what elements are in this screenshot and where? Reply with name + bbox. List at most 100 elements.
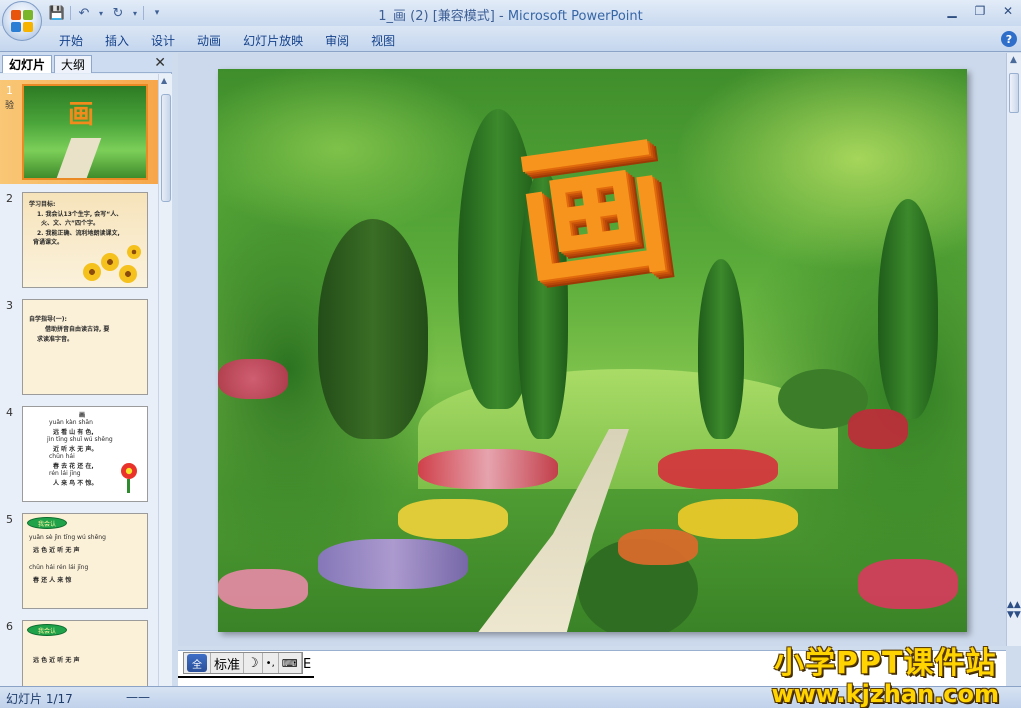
tab-animations[interactable]: 动画 (186, 31, 232, 49)
ime-underline (178, 676, 314, 678)
slide-thumbnail-5[interactable]: 5 我会认 yuǎn sè jìn tīng wú shēng 远 色 近 听 … (0, 509, 158, 613)
next-slide-icon[interactable]: ▼▼ (1007, 610, 1021, 620)
slide-preview: 我会认 远 色 近 听 无 声 (22, 620, 148, 686)
close-button[interactable]: ✕ (1001, 4, 1015, 18)
slide-thumbnail-3[interactable]: 3 自学指导(一): 借助拼音自由读古诗, 要 求读准字音。 (0, 295, 158, 399)
slide-text-line: 借助拼音自由读古诗, 要 (45, 326, 110, 333)
ime-toolbar: 全 标准 ☽ •, ⌨ (183, 652, 303, 674)
ime-mode[interactable]: 标准 (211, 653, 245, 673)
flower-bed (658, 449, 778, 489)
flower-bed (678, 499, 798, 539)
tab-home[interactable]: 开始 (48, 31, 94, 49)
slide-text-line: 人 来 鸟 不 惊。 (53, 480, 98, 487)
slide-title-char[interactable]: 画 (506, 116, 679, 311)
slide-number: 6 (6, 620, 13, 633)
cypress-tree (878, 199, 938, 419)
slide-thumbnail-6[interactable]: 6 我会认 远 色 近 听 无 声 (0, 616, 158, 686)
document-title: 1_画 (2) [兼容模式] - (378, 9, 508, 24)
restore-button[interactable]: ❐ (973, 4, 987, 18)
watermark-title: 小学PPT课件站 (774, 646, 997, 681)
slide-text-line: 春 去 花 还 在, (53, 463, 94, 470)
slide-indicator: 幻灯片 1/17 (6, 692, 73, 706)
slide-number: 2 (6, 192, 13, 205)
moon-icon[interactable]: ☽ (244, 653, 263, 673)
flower-stem (127, 479, 130, 493)
tab-insert[interactable]: 插入 (94, 31, 140, 49)
tab-outline[interactable]: 大纲 (54, 55, 93, 73)
slide-preview: 画 (22, 84, 148, 180)
slide-text-line: 近 听 水 无 声。 (53, 446, 98, 453)
slide-number: 5 (6, 513, 13, 526)
flower-bed (418, 449, 558, 489)
badge-label: 我会认 (27, 517, 67, 529)
slide-text-line: 远 色 近 听 无 声 (33, 547, 80, 554)
flower-bed (398, 499, 508, 539)
slide-thumbnail-1[interactable]: 1 验 画 (0, 80, 158, 184)
flower-bed (618, 529, 698, 565)
thumbnail-scrollbar[interactable]: ▲ (158, 74, 172, 686)
slide-text-line: yuǎn sè jìn tīng wú shēng (29, 534, 106, 541)
slide-scrollbar[interactable]: ▲ (1006, 53, 1021, 646)
flower-icon (121, 463, 137, 479)
previous-slide-icon[interactable]: ▲▲ (1007, 600, 1021, 610)
flower-bed (848, 409, 908, 449)
help-icon[interactable]: ? (1001, 31, 1017, 47)
tab-slideshow[interactable]: 幻灯片放映 (232, 31, 314, 49)
ime-trailing-text: E (303, 657, 312, 672)
flower-bed (318, 539, 468, 589)
slide-number: 4 (6, 406, 13, 419)
keyboard-icon[interactable]: ⌨ (279, 653, 302, 673)
scroll-up-icon[interactable]: ▲ (1010, 55, 1017, 65)
slide-preview: 我会认 yuǎn sè jìn tīng wú shēng 远 色 近 听 无 … (22, 513, 148, 609)
slides-panel: 幻灯片 大纲 ✕ 1 验 画 2 学习目标: 1. 我会认13个生字, 会写“人… (0, 53, 172, 686)
flower-bed (858, 559, 958, 609)
minimize-button[interactable]: ▁ (945, 4, 959, 18)
tab-slides[interactable]: 幻灯片 (2, 55, 53, 73)
slide-text-line: chūn hái rén lái jīng (29, 564, 89, 571)
flower-bed (218, 359, 288, 399)
sunflower-icon (119, 265, 137, 283)
slide-text-line: 远 看 山 有 色, (53, 429, 94, 436)
slide-text-line: 背诵课文。 (33, 239, 64, 246)
slide-text-line: 远 色 近 听 无 声 (33, 657, 80, 664)
slide-text-line: yuǎn kàn shān (49, 419, 93, 426)
badge-label: 我会认 (27, 624, 67, 636)
status-separator: —— (126, 690, 150, 704)
ime-logo-cell[interactable]: 全 (184, 653, 211, 673)
tab-view[interactable]: 视图 (360, 31, 406, 49)
slide-editing-area: 画 (178, 53, 1006, 646)
slide-text-line: 春 还 人 来 惊 (33, 577, 72, 584)
slide-thumbnail-2[interactable]: 2 学习目标: 1. 我会认13个生字, 会写“人、 火、文、六”四个字。 2.… (0, 188, 158, 292)
flower-bed (218, 569, 308, 609)
scrollbar-thumb[interactable] (1009, 73, 1019, 113)
office-button[interactable] (2, 1, 42, 41)
scrollbar-thumb[interactable] (161, 94, 171, 202)
slide-thumbnail-list[interactable]: 1 验 画 2 学习目标: 1. 我会认13个生字, 会写“人、 火、文、六”四… (0, 74, 158, 686)
sunflower-icon (127, 245, 141, 259)
slide-text-line: 学习目标: (29, 201, 56, 208)
watermark-url: www.kjzhan.com (771, 680, 999, 708)
panel-tabs: 幻灯片 大纲 ✕ (0, 53, 172, 73)
slide-preview: 自学指导(一): 借助拼音自由读古诗, 要 求读准字音。 (22, 299, 148, 395)
slide-number: 1 (6, 84, 13, 97)
slide-text-line: rén lái jīng (49, 470, 81, 477)
ime-punctuation[interactable]: •, (263, 653, 279, 673)
current-slide[interactable]: 画 (218, 69, 967, 632)
animation-mark: 验 (5, 101, 15, 111)
slide-number: 3 (6, 299, 13, 312)
slide-preview: 画 yuǎn kàn shān 远 看 山 有 色, jìn tīng shuǐ… (22, 406, 148, 502)
tab-review[interactable]: 审阅 (314, 31, 360, 49)
slide-text-line: 画 (79, 412, 86, 419)
slide-thumbnail-4[interactable]: 4 画 yuǎn kàn shān 远 看 山 有 色, jìn tīng sh… (0, 402, 158, 506)
cypress-tree (698, 259, 744, 439)
tab-design[interactable]: 设计 (140, 31, 186, 49)
slide-preview: 学习目标: 1. 我会认13个生字, 会写“人、 火、文、六”四个字。 2. 我… (22, 192, 148, 288)
watermark: 小学PPT课件站 www.kjzhan.com (772, 638, 999, 708)
scroll-up-icon[interactable]: ▲ (161, 76, 167, 85)
slide-text-line: jìn tīng shuǐ wú shēng (47, 436, 113, 443)
close-icon[interactable]: ✕ (154, 55, 166, 71)
ribbon: 开始 插入 设计 动画 幻灯片放映 审阅 视图 ? (0, 26, 1021, 52)
title-bar: 💾 ↶ ▾ ↻ ▾ ▾ 1_画 (2) [兼容模式] - Microsoft P… (0, 0, 1021, 26)
slide-text-line: 1. 我会认13个生字, 会写“人、 (37, 211, 123, 218)
slide-nav-arrows: ▲▲ ▼▼ (1007, 600, 1021, 620)
